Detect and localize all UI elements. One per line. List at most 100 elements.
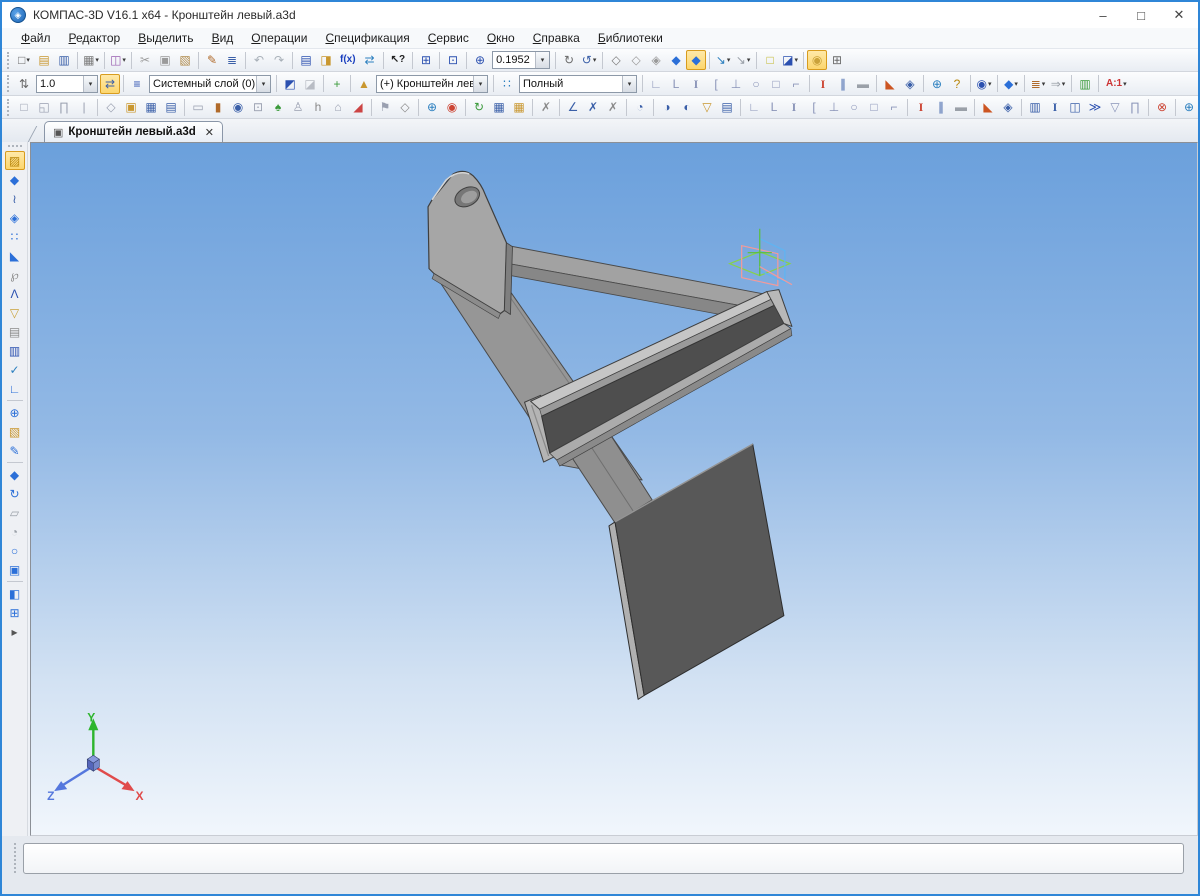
surface-patch-button[interactable]: ▣ — [121, 97, 141, 117]
spec-button[interactable]: ≣▾ — [1028, 74, 1048, 94]
layer-combo[interactable]: Системный слой (0)▾ — [149, 75, 271, 93]
sketch-edit-button[interactable]: ◪ — [300, 74, 320, 94]
extrude-button[interactable]: ◆ — [5, 465, 25, 484]
add-feature-button[interactable]: ⊕ — [1179, 97, 1199, 117]
hidden-thin-button[interactable]: ◈ — [646, 50, 666, 70]
edit-part-button[interactable]: ▨ — [5, 151, 25, 170]
prism-button[interactable]: ◇ — [395, 97, 415, 117]
quick-display-button[interactable]: ↘▾ — [733, 50, 753, 70]
rollback-2-button[interactable]: ◑ — [657, 97, 677, 117]
menu-item-editor[interactable]: Редактор — [60, 29, 130, 47]
surface-style-button[interactable]: ◉▾ — [974, 74, 994, 94]
add-part-button[interactable]: ⊕ — [927, 74, 947, 94]
chevron-down-icon[interactable]: ▾ — [256, 76, 270, 92]
toolbar-grip[interactable] — [7, 99, 10, 116]
menu-item-operations[interactable]: Операции — [242, 29, 316, 47]
solid-block2-button[interactable]: ▬ — [951, 97, 971, 117]
tbeam-profile2-button[interactable]: ⊥ — [824, 97, 844, 117]
axis-button[interactable]: | — [74, 97, 94, 117]
simplify-display-button[interactable]: ↘▾ — [713, 50, 733, 70]
menu-item-file[interactable]: Файл — [12, 29, 60, 47]
copy-body-button[interactable]: ◧ — [5, 584, 25, 603]
section-display-button[interactable]: ◪▾ — [780, 50, 800, 70]
section-profile-button[interactable]: ◫ — [1065, 97, 1085, 117]
revolve-button[interactable]: ↻ — [5, 484, 25, 503]
center-marker-button[interactable]: ◈ — [900, 74, 920, 94]
cut-button[interactable]: ✂ — [135, 50, 155, 70]
chevron-down-icon[interactable]: ▾ — [727, 56, 731, 64]
context-help-button[interactable]: ↖? — [387, 50, 410, 70]
bent-profile-button[interactable]: ⌐ — [786, 74, 806, 94]
chevron-down-icon[interactable]: ▾ — [747, 56, 751, 64]
grid-surface-button[interactable]: ▦ — [141, 97, 161, 117]
surface-tool-button[interactable]: ◈ — [5, 208, 25, 227]
collapse-handle[interactable]: ▸ — [5, 622, 25, 641]
report-button[interactable]: ▥ — [1075, 74, 1095, 94]
model-structure-button[interactable]: ⊞ — [827, 50, 847, 70]
menu-item-help[interactable]: Справка — [524, 29, 589, 47]
redo-button[interactable]: ↷ — [269, 50, 289, 70]
exchange-button[interactable]: ⇄ — [360, 50, 380, 70]
sheet-body-button[interactable]: ▱ — [5, 503, 25, 522]
angle2-profile-button[interactable]: L — [666, 74, 686, 94]
refresh-table-button[interactable]: ↻ — [469, 97, 489, 117]
window-button[interactable]: ⊡ — [248, 97, 268, 117]
arrow-down-button[interactable]: ▽ — [1105, 97, 1125, 117]
chevron-down-icon[interactable]: ▾ — [26, 56, 30, 64]
shield-button[interactable]: ◉ — [442, 97, 462, 117]
part-orientation-button[interactable]: ▲ — [354, 74, 374, 94]
auto-dimension-button[interactable]: Λ — [5, 284, 25, 303]
attach-button[interactable]: ℘ — [5, 265, 25, 284]
plane-button[interactable]: □ — [14, 97, 34, 117]
tbeam-profile-button[interactable]: ⊥ — [726, 74, 746, 94]
tools-button[interactable]: ✗ — [536, 97, 556, 117]
edit-sketch-button[interactable]: ✎ — [5, 441, 25, 460]
add-object-button[interactable]: ⊕ — [422, 97, 442, 117]
zoom-scale-combo[interactable]: 0.1952▾ — [492, 51, 550, 69]
chair-button[interactable]: h — [308, 97, 328, 117]
bridge-button[interactable]: ∏ — [1125, 97, 1145, 117]
maximize-button[interactable]: □ — [1122, 2, 1160, 28]
circle-sketch-button[interactable]: ○ — [5, 541, 25, 560]
table-button[interactable]: ▦ — [489, 97, 509, 117]
menu-item-select[interactable]: Выделить — [129, 29, 202, 47]
bent-profile2-button[interactable]: ⌐ — [884, 97, 904, 117]
layers-button[interactable]: ≡ — [127, 74, 147, 94]
rotate-model-button[interactable]: ↺▾ — [579, 50, 599, 70]
chevron-down-icon[interactable]: ▾ — [1062, 80, 1066, 88]
wireframe-button[interactable]: ◇ — [606, 50, 626, 70]
double-channel2-button[interactable]: ∥ — [931, 97, 951, 117]
save-document-button[interactable]: ▥ — [54, 50, 74, 70]
part-combo[interactable]: (+) Кронштейн левь▾ — [376, 75, 488, 93]
grid-fill-button[interactable]: ▥ — [1025, 97, 1045, 117]
condition-3-button[interactable]: ✗ — [603, 97, 623, 117]
sketch-button[interactable]: ◩ — [280, 74, 300, 94]
ibeam-red-button[interactable]: I — [813, 74, 833, 94]
print-button[interactable]: ▦▾ — [81, 50, 101, 70]
new-document-button[interactable]: □▾ — [14, 50, 34, 70]
spec-book-button[interactable]: ▥ — [5, 341, 25, 360]
square-tube-button[interactable]: □ — [766, 74, 786, 94]
zoom-scale-button[interactable]: ⊕ — [470, 50, 490, 70]
channel-profile-button[interactable]: [ — [706, 74, 726, 94]
menu-item-libraries[interactable]: Библиотеки — [589, 29, 672, 47]
angle-profile2-button[interactable]: ∟ — [744, 97, 764, 117]
refresh-image-button[interactable]: ↻ — [559, 50, 579, 70]
menu-item-service[interactable]: Сервис — [419, 29, 478, 47]
calc-table-button[interactable]: ⊞ — [5, 603, 25, 622]
double-channel-button[interactable]: ∥ — [833, 74, 853, 94]
round-tube-button[interactable]: ○ — [746, 74, 766, 94]
preview-button[interactable]: ◫▾ — [108, 50, 128, 70]
properties-button[interactable]: ≣ — [222, 50, 242, 70]
report-book-button[interactable]: ▤ — [5, 322, 25, 341]
ibeam-red2-button[interactable]: I — [911, 97, 931, 117]
plane-tool-button[interactable]: ◣ — [5, 246, 25, 265]
solid-style-button[interactable]: ◆▾ — [1001, 74, 1021, 94]
rollback-1-button[interactable]: ◔ — [630, 97, 650, 117]
square-tube2-button[interactable]: □ — [864, 97, 884, 117]
toolbar-grip[interactable] — [8, 145, 22, 148]
spline-button[interactable]: ≀ — [5, 189, 25, 208]
corner-red2-button[interactable]: ◣ — [978, 97, 998, 117]
undo-button[interactable]: ↶ — [249, 50, 269, 70]
toolbar-grip[interactable] — [7, 52, 10, 69]
